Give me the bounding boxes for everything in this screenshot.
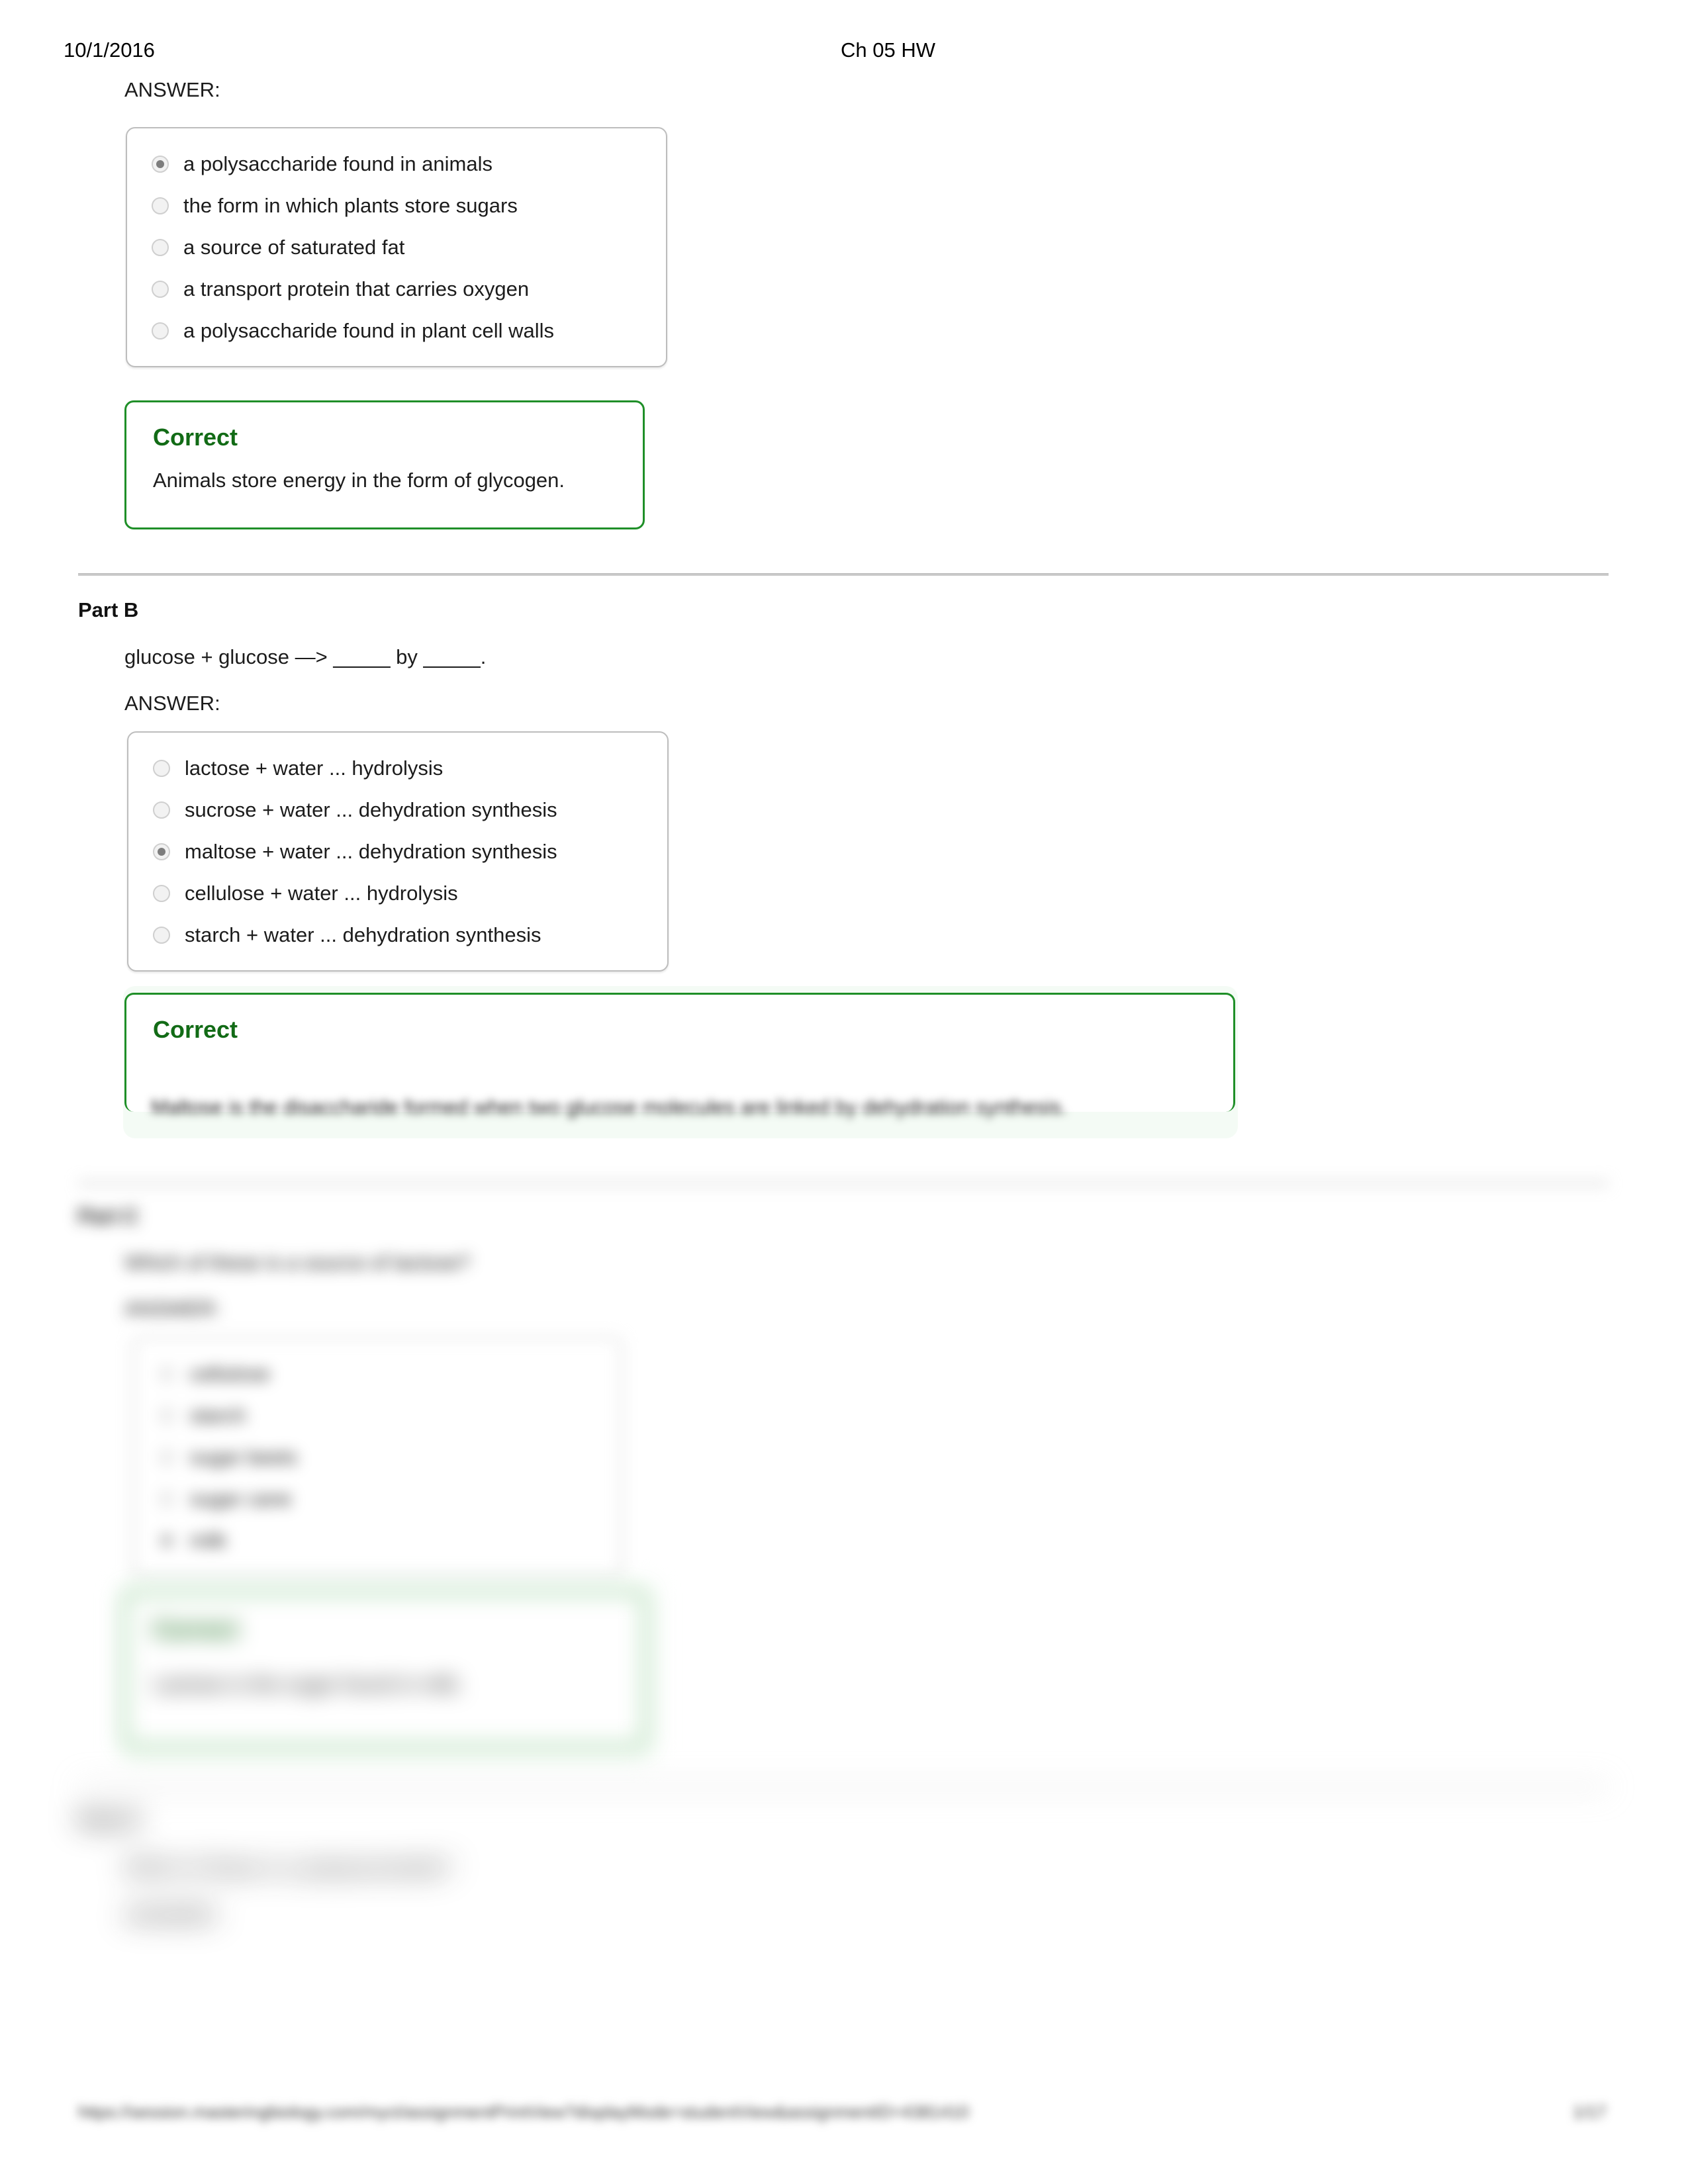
question-text-part-b: glucose + glucose —> _____ by _____. — [124, 645, 487, 668]
choice-label: maltose + water ... dehydration synthesi… — [185, 840, 557, 863]
question-text-part-c: Which of these is a source of lactose? — [124, 1251, 471, 1274]
choice-row[interactable]: a source of saturated fat — [127, 226, 666, 268]
choice-row[interactable]: lactose + water ... hydrolysis — [128, 747, 667, 789]
choice-label: a source of saturated fat — [183, 236, 405, 259]
answer-label-part-b: ANSWER: — [124, 692, 220, 715]
choice-box-part-b: lactose + water ... hydrolysis sucrose +… — [127, 731, 669, 972]
radio-button-icon[interactable] — [158, 1406, 175, 1424]
choice-row[interactable]: milk — [134, 1520, 621, 1561]
feedback-title: Correct — [153, 424, 238, 451]
question-text-part-d: Which of these is a polysaccharide? — [124, 1856, 452, 1879]
answer-label-part-d: ANSWER: — [124, 1903, 220, 1927]
feedback-title: Correct — [153, 1016, 238, 1043]
choice-row[interactable]: sugar cane — [134, 1478, 621, 1520]
radio-button-icon[interactable] — [158, 1490, 175, 1508]
header-date: 10/1/2016 — [64, 38, 155, 62]
feedback-wash-part-c — [119, 1582, 657, 1760]
radio-button-icon[interactable] — [153, 842, 170, 860]
choice-label: starch + water ... dehydration synthesis — [185, 923, 541, 946]
choice-row[interactable]: cellulose + water ... hydrolysis — [128, 872, 667, 914]
answer-label-part-c: ANSWER: — [124, 1297, 220, 1320]
feedback-box-part-a: Correct Animals store energy in the form… — [124, 400, 645, 529]
section-divider — [78, 1786, 1609, 1788]
choice-row[interactable]: sucrose + water ... dehydration synthesi… — [128, 789, 667, 831]
section-divider — [78, 573, 1609, 576]
choice-label: a polysaccharide found in plant cell wal… — [183, 319, 555, 342]
choice-row[interactable]: a polysaccharide found in animals — [127, 143, 666, 185]
radio-button-icon[interactable] — [158, 1448, 175, 1466]
choice-label: starch — [190, 1404, 246, 1427]
choice-box-part-c: cellulose starch sugar beets sugar cane … — [132, 1337, 622, 1577]
choice-row[interactable]: maltose + water ... dehydration synthesi… — [128, 831, 667, 872]
footer-url: https://session.masteringbiology.com/myc… — [78, 2102, 969, 2122]
choice-row[interactable]: sugar beets — [134, 1436, 621, 1478]
choice-box-part-a: a polysaccharide found in animals the fo… — [126, 127, 667, 367]
footer-page-number: 1/17 — [1573, 2102, 1607, 2122]
choice-row[interactable]: starch — [134, 1394, 621, 1436]
blurred-section-part-c: Part C Which of these is a source of lac… — [0, 1171, 1688, 1577]
page-header: 10/1/2016 Ch 05 HW — [0, 38, 1688, 69]
radio-button-icon[interactable] — [152, 280, 169, 298]
choice-label: a transport protein that carries oxygen — [183, 277, 530, 300]
radio-button-icon[interactable] — [153, 759, 170, 777]
choice-row[interactable]: cellulose — [134, 1353, 621, 1394]
choice-label: cellulose + water ... hydrolysis — [185, 882, 458, 905]
radio-button-icon[interactable] — [153, 926, 170, 944]
radio-button-icon[interactable] — [152, 322, 169, 340]
radio-button-icon[interactable] — [153, 884, 170, 902]
choice-row[interactable]: the form in which plants store sugars — [127, 185, 666, 226]
part-heading-b: Part B — [78, 598, 139, 621]
choice-row[interactable]: a transport protein that carries oxygen — [127, 268, 666, 310]
part-heading-d: Part D — [78, 1808, 139, 1831]
choice-row[interactable]: starch + water ... dehydration synthesis — [128, 914, 667, 956]
radio-button-icon[interactable] — [153, 801, 170, 819]
feedback-box-part-b: Correct — [124, 993, 1235, 1112]
choice-label: sugar cane — [190, 1487, 292, 1510]
radio-button-icon[interactable] — [152, 155, 169, 173]
printed-homework-page: 10/1/2016 Ch 05 HW ANSWER: a polysacchar… — [0, 0, 1688, 2184]
choice-label: sugar beets — [190, 1445, 297, 1469]
choice-label: a polysaccharide found in animals — [183, 152, 492, 175]
radio-button-icon[interactable] — [152, 197, 169, 214]
choice-label: cellulose — [190, 1362, 270, 1385]
feedback-body: Animals store energy in the form of glyc… — [153, 469, 565, 492]
choice-label: lactose + water ... hydrolysis — [185, 756, 444, 780]
section-divider — [78, 1182, 1609, 1185]
radio-button-icon[interactable] — [152, 238, 169, 256]
choice-label: the form in which plants store sugars — [183, 194, 518, 217]
choice-row[interactable]: a polysaccharide found in plant cell wal… — [127, 310, 666, 351]
choice-label: sucrose + water ... dehydration synthesi… — [185, 798, 557, 821]
answer-label-part-a: ANSWER: — [124, 78, 220, 101]
part-heading-c: Part C — [78, 1205, 139, 1228]
radio-button-icon[interactable] — [158, 1365, 175, 1383]
radio-button-icon[interactable] — [158, 1531, 175, 1549]
header-title: Ch 05 HW — [841, 38, 935, 62]
choice-label: milk — [190, 1529, 227, 1552]
blurred-section-part-d: Part D Which of these is a polysaccharid… — [0, 1774, 1688, 1985]
